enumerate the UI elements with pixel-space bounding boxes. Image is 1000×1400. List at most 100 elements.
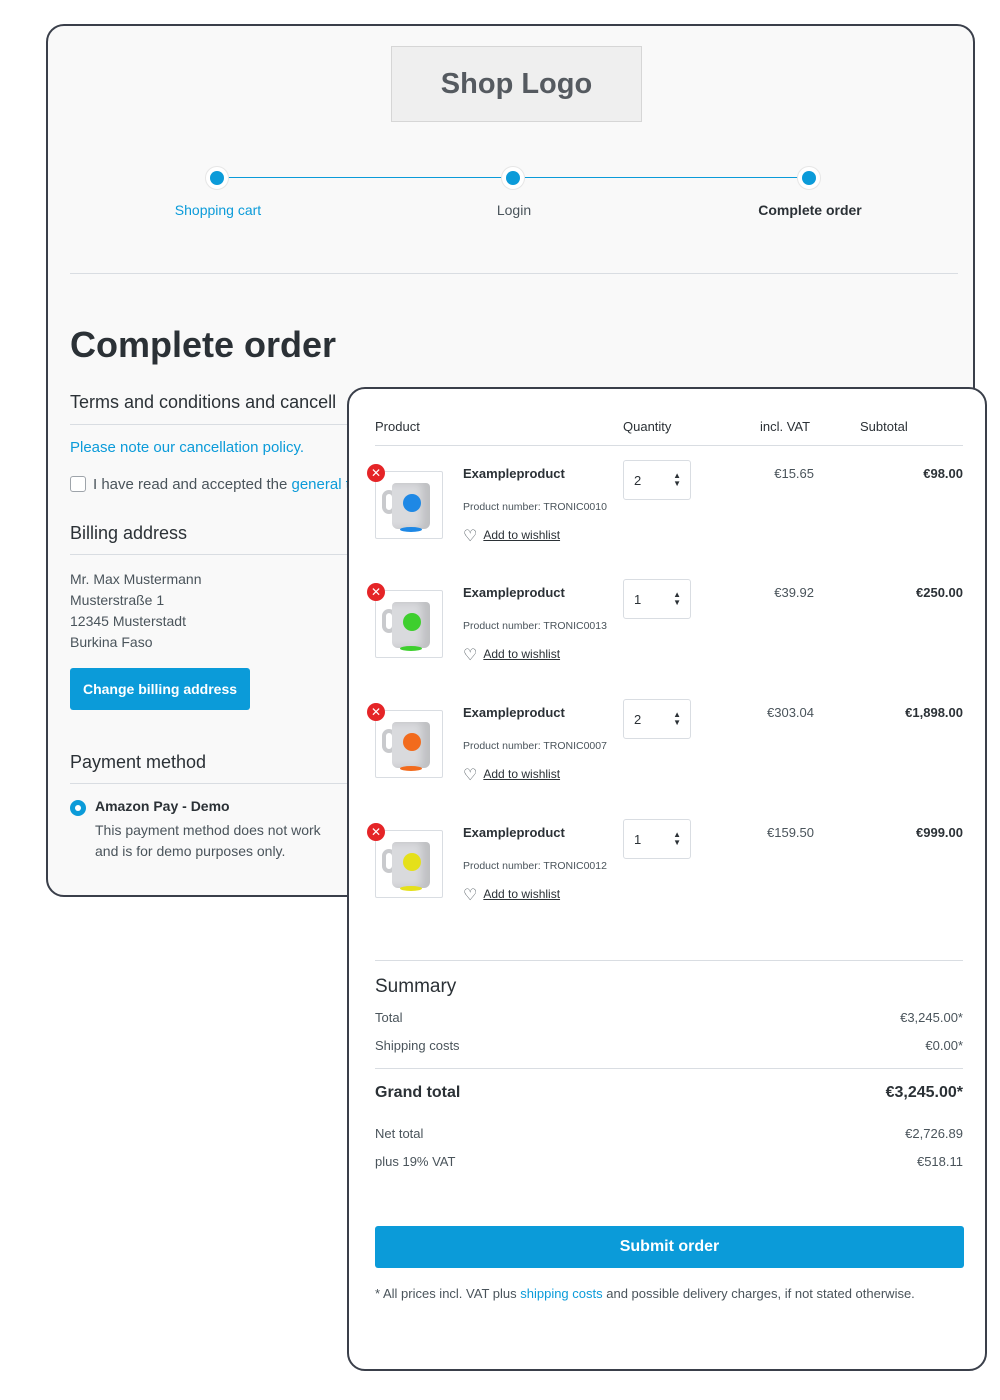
change-billing-address-button[interactable]: Change billing address: [70, 668, 250, 710]
product-image[interactable]: [375, 710, 443, 778]
payment-method-title: Payment method: [70, 752, 207, 772]
wishlist-label: Add to wishlist: [483, 647, 561, 661]
cart-item: ✕ Exampleproduct Product number: TRONIC0…: [349, 446, 985, 566]
step-dot-cart: [205, 166, 229, 190]
cart-item: ✕ Exampleproduct Product number: TRONIC0…: [349, 565, 985, 685]
step-label-login: Login: [496, 202, 532, 218]
close-icon[interactable]: ✕: [367, 583, 385, 601]
grand-total-value: €3,245.00*: [885, 1084, 963, 1101]
general-terms-link[interactable]: general t: [291, 476, 349, 493]
quantity-select[interactable]: 1 ▲ ▼: [623, 819, 691, 859]
product-name[interactable]: Exampleproduct: [463, 825, 565, 840]
footnote-text: and possible delivery charges, if not st…: [602, 1286, 915, 1301]
summary-vat-row: plus 19% VAT €518.11: [375, 1154, 963, 1169]
terms-checkbox-label: I have read and accepted the: [93, 476, 292, 493]
heart-icon: ♡: [463, 528, 478, 545]
product-image[interactable]: [375, 471, 443, 539]
line-subtotal: €1,898.00: [905, 705, 963, 720]
page-title: Complete order: [70, 324, 337, 365]
shop-logo[interactable]: Shop Logo: [391, 46, 642, 122]
summary-value: €0.00*: [925, 1038, 963, 1053]
heart-icon: ♡: [463, 647, 478, 664]
add-to-wishlist-link[interactable]: ♡ Add to wishlist: [463, 526, 560, 546]
quantity-select[interactable]: 2 ▲ ▼: [623, 699, 691, 739]
footnote-text: * All prices incl. VAT plus: [375, 1286, 521, 1301]
step-dot-login: [501, 166, 525, 190]
product-image[interactable]: [375, 830, 443, 898]
select-arrows-icon: ▲ ▼: [673, 710, 681, 727]
add-to-wishlist-link[interactable]: ♡ Add to wishlist: [463, 885, 560, 905]
grand-total-row: Grand total €3,245.00*: [375, 1084, 963, 1102]
divider: [70, 783, 370, 784]
step-connector: [513, 177, 809, 178]
mug-base: [400, 886, 422, 891]
divider: [375, 960, 963, 961]
wishlist-label: Add to wishlist: [483, 528, 561, 542]
unit-price: €15.65: [774, 466, 814, 481]
summary-label: Total: [375, 1010, 403, 1025]
payment-method-description: This payment method does not work and is…: [95, 822, 321, 859]
step-label-complete: Complete order: [758, 202, 862, 218]
header-product: Product: [375, 419, 420, 434]
heart-icon: ♡: [463, 767, 478, 784]
product-number: Product number: TRONIC0007: [463, 740, 607, 752]
step-label-cart[interactable]: Shopping cart: [128, 202, 308, 218]
mug-base: [400, 766, 422, 771]
add-to-wishlist-link[interactable]: ♡ Add to wishlist: [463, 765, 560, 785]
line-subtotal: €999.00: [916, 825, 963, 840]
summary-net-row: Net total €2,726.89: [375, 1126, 963, 1141]
quantity-select[interactable]: 2 ▲ ▼: [623, 460, 691, 500]
mug-base: [400, 527, 422, 532]
billing-address: Mr. Max Mustermann Musterstraße 1 12345 …: [70, 569, 201, 653]
summary-value: €2,726.89: [905, 1126, 963, 1141]
unit-price: €303.04: [767, 705, 814, 720]
heart-icon: ♡: [463, 887, 478, 904]
product-logo: [403, 494, 421, 512]
header-quantity: Quantity: [623, 419, 672, 434]
address-line: Burkina Faso: [70, 634, 153, 650]
summary-title: Summary: [375, 976, 457, 997]
product-logo: [403, 613, 421, 631]
line-subtotal: €98.00: [923, 466, 963, 481]
select-arrows-icon: ▲ ▼: [673, 590, 681, 607]
divider: [70, 424, 370, 425]
terms-checkbox-row: I have read and accepted the general t: [70, 476, 350, 493]
terms-checkbox[interactable]: [70, 476, 86, 492]
close-icon[interactable]: ✕: [367, 823, 385, 841]
address-line: Musterstraße 1: [70, 592, 165, 608]
submit-order-button[interactable]: Submit order: [375, 1226, 964, 1268]
close-icon[interactable]: ✕: [367, 703, 385, 721]
price-footnote: * All prices incl. VAT plus shipping cos…: [375, 1286, 975, 1301]
shipping-costs-link[interactable]: shipping costs: [520, 1286, 602, 1301]
product-number: Product number: TRONIC0010: [463, 501, 607, 513]
summary-value: €3,245.00*: [900, 1010, 963, 1025]
cart-summary-panel: Product Quantity incl. VAT Subtotal ✕ Ex…: [347, 387, 987, 1371]
payment-radio[interactable]: [70, 800, 86, 816]
mug-base: [400, 646, 422, 651]
payment-method-name[interactable]: Amazon Pay - Demo: [95, 798, 230, 814]
product-name[interactable]: Exampleproduct: [463, 705, 565, 720]
product-number: Product number: TRONIC0013: [463, 620, 607, 632]
cart-item: ✕ Exampleproduct Product number: TRONIC0…: [349, 805, 985, 925]
address-line: Mr. Max Mustermann: [70, 571, 202, 587]
cancellation-policy-link[interactable]: Please note our cancellation policy.: [70, 439, 304, 456]
product-name[interactable]: Exampleproduct: [463, 585, 565, 600]
product-logo: [403, 853, 421, 871]
summary-shipping-row: Shipping costs €0.00*: [375, 1038, 963, 1053]
select-arrows-icon: ▲ ▼: [673, 471, 681, 488]
terms-title: Terms and conditions and cancell: [70, 392, 337, 412]
unit-price: €159.50: [767, 825, 814, 840]
header-subtotal: Subtotal: [860, 419, 908, 434]
add-to-wishlist-link[interactable]: ♡ Add to wishlist: [463, 645, 560, 665]
summary-label: Shipping costs: [375, 1038, 460, 1053]
checkout-steps: Shopping cart Login Complete order: [48, 164, 973, 244]
wishlist-label: Add to wishlist: [483, 767, 561, 781]
header-incl-vat: incl. VAT: [760, 419, 811, 434]
close-icon[interactable]: ✕: [367, 464, 385, 482]
divider: [70, 273, 958, 274]
step-connector: [217, 177, 511, 178]
product-name[interactable]: Exampleproduct: [463, 466, 565, 481]
quantity-select[interactable]: 1 ▲ ▼: [623, 579, 691, 619]
product-image[interactable]: [375, 590, 443, 658]
summary-label: plus 19% VAT: [375, 1154, 456, 1169]
